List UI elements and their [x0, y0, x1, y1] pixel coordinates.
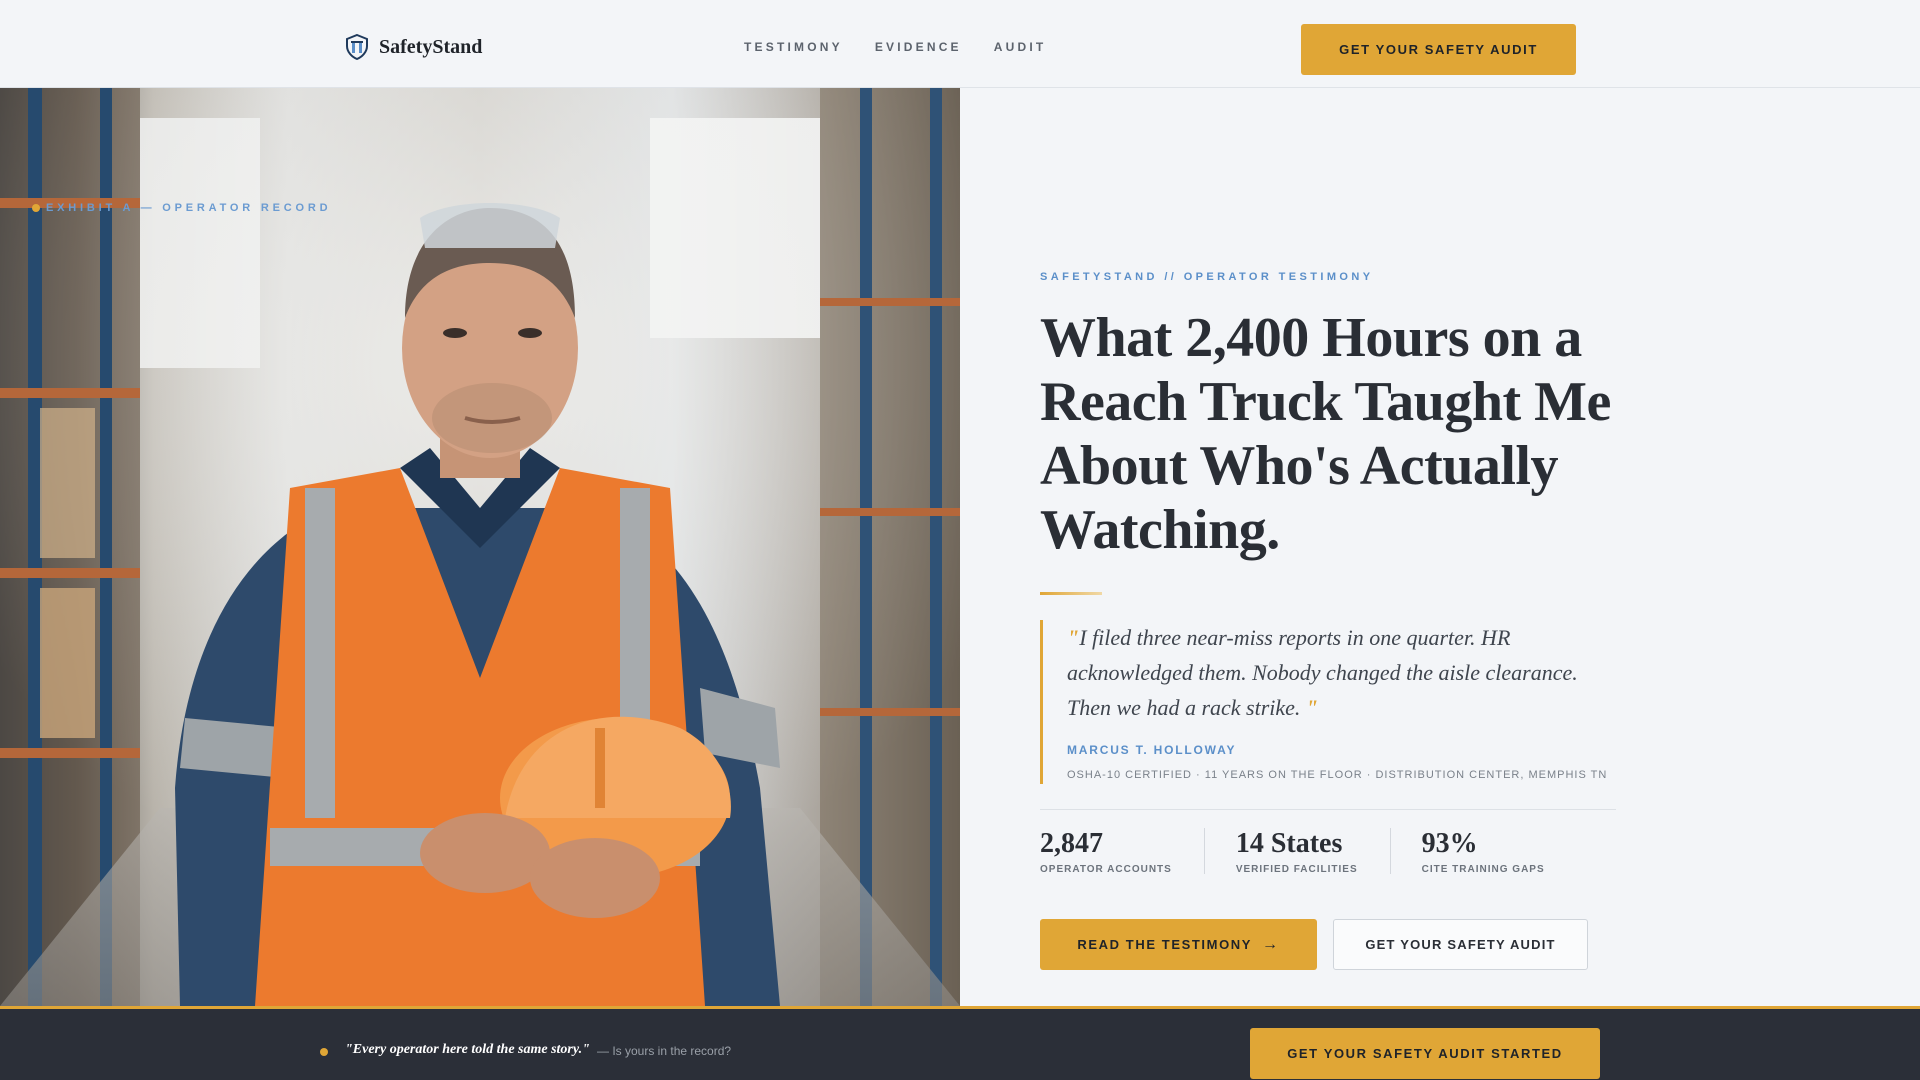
quote-credentials: OSHA-10 CERTIFIED · 11 YEARS ON THE FLOO… — [1067, 769, 1608, 781]
hero-photo: EXHIBIT A — OPERATOR RECORD — [0, 88, 960, 1006]
hero-eyebrow: SAFETYSTAND // OPERATOR TESTIMONY — [1040, 271, 1374, 283]
bottom-bar-subtext: — Is yours in the record? — [597, 1044, 732, 1058]
quote-text-block: "I filed three near-miss reports in one … — [1067, 620, 1620, 725]
stat-operator-accounts: 2,847 OPERATOR ACCOUNTS — [1040, 828, 1205, 875]
header-safety-audit-button[interactable]: GET YOUR SAFETY AUDIT — [1301, 24, 1576, 75]
bottom-bar-quote: "Every operator here told the same story… — [345, 1042, 590, 1057]
bottom-bar-dot-icon — [320, 1048, 328, 1056]
stats-row: 2,847 OPERATOR ACCOUNTS 14 States VERIFI… — [1040, 828, 1608, 875]
exhibit-label-text: EXHIBIT A — OPERATOR RECORD — [46, 202, 332, 214]
brand-name: SafetyStand — [379, 35, 483, 58]
close-quote-icon: " — [1300, 695, 1319, 720]
nav-testimony[interactable]: TESTIMONY — [744, 40, 843, 54]
stats-divider — [1040, 809, 1616, 810]
nav-evidence[interactable]: EVIDENCE — [875, 40, 962, 54]
main-nav: TESTIMONY EVIDENCE AUDIT — [744, 40, 1078, 54]
exhibit-dot-icon — [32, 204, 40, 212]
worker-portrait-illustration — [0, 88, 960, 1006]
quote-author: MARCUS T. HOLLOWAY — [1067, 743, 1237, 757]
exhibit-label: EXHIBIT A — OPERATOR RECORD — [32, 202, 331, 214]
top-nav-bar: SafetyStand TESTIMONY EVIDENCE AUDIT GET… — [0, 0, 1920, 88]
gold-divider — [1040, 592, 1102, 595]
open-quote-icon: " — [1067, 625, 1080, 650]
stat-label: CITE TRAINING GAPS — [1421, 864, 1545, 875]
stat-label: OPERATOR ACCOUNTS — [1040, 864, 1172, 875]
stat-value: 14 States — [1235, 828, 1343, 859]
testimony-quote: "I filed three near-miss reports in one … — [1040, 620, 1620, 784]
bottom-bar-audit-button[interactable]: GET YOUR SAFETY AUDIT STARTED — [1250, 1028, 1600, 1079]
arrow-right-icon: → — [1262, 935, 1280, 953]
read-testimony-button[interactable]: READ THE TESTIMONY → — [1040, 919, 1317, 970]
sticky-bottom-bar: "Every operator here told the same story… — [0, 1006, 1920, 1080]
brand[interactable]: SafetyStand — [345, 34, 482, 60]
read-testimony-label: READ THE TESTIMONY — [1077, 937, 1253, 952]
stat-training-gaps: 93% CITE TRAINING GAPS — [1421, 828, 1577, 875]
hero-safety-audit-button[interactable]: GET YOUR SAFETY AUDIT — [1333, 919, 1588, 970]
stat-label: VERIFIED FACILITIES — [1235, 864, 1358, 875]
shield-logo-icon — [346, 34, 368, 60]
stat-value: 93% — [1421, 828, 1478, 859]
nav-audit[interactable]: AUDIT — [994, 40, 1047, 54]
stat-value: 2,847 — [1040, 828, 1103, 859]
hero-headline: What 2,400 Hours on a Reach Truck Taught… — [1040, 307, 1611, 561]
hero-cta-row: READ THE TESTIMONY → GET YOUR SAFETY AUD… — [1040, 919, 1588, 970]
stat-verified-facilities: 14 States VERIFIED FACILITIES — [1235, 828, 1391, 875]
quote-text: I filed three near-miss reports in one q… — [1067, 625, 1578, 720]
